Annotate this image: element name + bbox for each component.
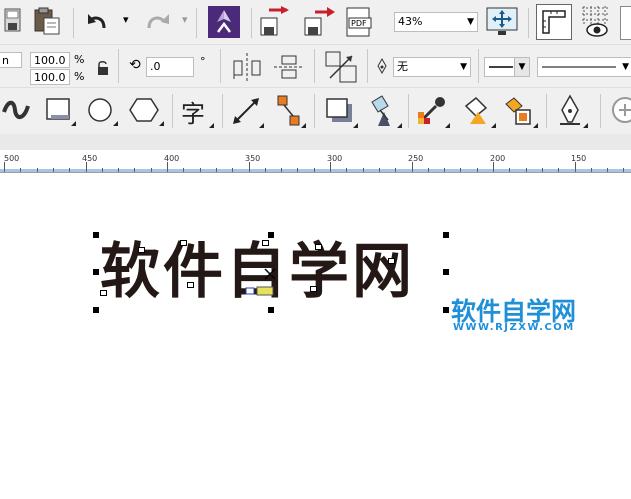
selection-handle-top-center[interactable] <box>268 232 274 238</box>
scale-x-field[interactable]: 100.0 <box>30 52 70 68</box>
lock-ratio-icon[interactable] <box>96 60 110 76</box>
polygon-icon[interactable] <box>128 96 164 126</box>
undo-icon[interactable] <box>86 10 114 34</box>
import-icon[interactable] <box>259 6 291 38</box>
degree-unit: ° <box>200 55 206 68</box>
glyph-node[interactable] <box>100 290 107 296</box>
selection-handle-bottom-right[interactable] <box>443 307 449 313</box>
outline-width-select[interactable]: 无 ▼ <box>393 57 471 77</box>
connector-icon[interactable] <box>272 94 306 128</box>
ruler-label: 500 <box>4 154 20 163</box>
rulers-icon[interactable] <box>536 4 572 40</box>
export-icon[interactable] <box>303 6 335 38</box>
redo-icon[interactable] <box>143 10 171 34</box>
rotation-angle-value: .0 <box>150 60 161 73</box>
selection-handle-middle-left[interactable] <box>93 269 99 275</box>
scale-y-unit: % <box>74 70 85 83</box>
mirror-vertical-icon[interactable] <box>274 53 304 81</box>
center-marker-icon[interactable] <box>263 266 277 280</box>
position-x-field[interactable]: n <box>0 52 22 68</box>
view-options-icon[interactable] <box>620 6 631 40</box>
curve-icon[interactable] <box>2 98 32 124</box>
paste-icon[interactable] <box>33 6 63 36</box>
line-style-select[interactable]: ▼ <box>537 57 631 77</box>
app-launcher-icon[interactable] <box>208 6 240 38</box>
quick-customize-icon[interactable] <box>325 51 357 83</box>
glyph-node[interactable] <box>187 282 194 288</box>
scale-y-field[interactable]: 100.0 <box>30 69 70 85</box>
grid-icon[interactable] <box>580 4 610 38</box>
start-arrowhead-select[interactable]: ▼ <box>484 57 530 77</box>
watermark-url: WWW.RJZXW.COM <box>453 322 575 333</box>
pdf-label: PDF <box>351 19 367 28</box>
zoom-level-select[interactable]: 43% ▼ <box>394 12 478 32</box>
scale-y-value: 100.0 <box>34 71 66 84</box>
property-bar: n 100.0 % 100.0 % ⟲ .0 ° 无 ▼ ▼ ▼ <box>0 45 631 88</box>
zoom-level-value: 43% <box>398 15 423 28</box>
scale-x-unit: % <box>74 53 85 66</box>
undo-dropdown-icon[interactable]: ▾ <box>123 13 129 26</box>
toolbox: 字 <box>0 88 631 134</box>
chevron-down-icon: ▼ <box>514 58 529 76</box>
rotation-angle-field[interactable]: .0 <box>146 57 194 77</box>
standard-toolbar: ▾ ▾ PDF 43% ▼ <box>0 0 631 45</box>
fill-icon[interactable] <box>458 94 496 128</box>
selection-handle-top-right[interactable] <box>443 232 449 238</box>
ellipse-icon[interactable] <box>86 96 118 126</box>
chevron-down-icon: ▼ <box>467 17 474 27</box>
mirror-horizontal-icon[interactable] <box>231 53 263 81</box>
glyph-node[interactable] <box>315 244 322 250</box>
outline-width-value: 无 <box>397 60 408 73</box>
ruler-label: 450 <box>82 154 98 163</box>
publish-pdf-icon[interactable]: PDF <box>345 6 377 38</box>
selection-handle-top-left[interactable] <box>93 232 99 238</box>
selection-handle-middle-right[interactable] <box>443 269 449 275</box>
redo-dropdown-icon: ▾ <box>182 13 188 26</box>
chevron-down-icon: ▼ <box>622 62 629 72</box>
zoom-in-icon[interactable] <box>608 96 631 126</box>
pen-icon[interactable] <box>554 94 588 128</box>
ruler-selection-band <box>0 169 631 172</box>
position-x-value: n <box>2 54 9 67</box>
selected-text-object[interactable]: 软件自学网 <box>100 232 415 312</box>
smart-fill-icon[interactable] <box>500 94 538 128</box>
ruler-label: 150 <box>571 154 587 163</box>
scale-x-value: 100.0 <box>34 54 66 67</box>
save-icon[interactable] <box>4 7 26 35</box>
glyph-node[interactable] <box>138 247 145 253</box>
dimension-icon[interactable] <box>230 94 264 128</box>
selection-handle-bottom-left[interactable] <box>93 307 99 313</box>
horizontal-ruler[interactable]: 500 450 400 350 300 250 200 150 <box>0 150 631 173</box>
full-screen-icon[interactable] <box>486 6 518 38</box>
chevron-down-icon: ▼ <box>460 62 467 72</box>
selection-handle-bottom-center[interactable] <box>268 307 274 313</box>
drop-shadow-icon[interactable] <box>322 94 358 128</box>
glyph-node[interactable] <box>388 258 395 264</box>
toolbox-gap <box>0 134 631 150</box>
transparency-icon[interactable] <box>364 94 402 128</box>
drawing-canvas[interactable] <box>0 173 631 499</box>
rectangle-icon[interactable] <box>44 96 76 126</box>
rotation-icon: ⟲ <box>129 57 141 73</box>
glyph-node[interactable] <box>310 286 317 292</box>
glyph-node[interactable] <box>180 240 187 246</box>
cursor-node-icon <box>244 281 278 296</box>
line-start-icon <box>489 66 513 68</box>
text-icon[interactable]: 字 <box>180 94 214 128</box>
text-tool-label: 字 <box>181 100 205 128</box>
ruler-label: 350 <box>245 154 261 163</box>
ruler-label: 250 <box>408 154 424 163</box>
outline-pen-icon <box>376 57 388 75</box>
line-style-icon <box>542 66 616 68</box>
eyedropper-icon[interactable] <box>414 94 450 128</box>
glyph-node[interactable] <box>262 240 269 246</box>
